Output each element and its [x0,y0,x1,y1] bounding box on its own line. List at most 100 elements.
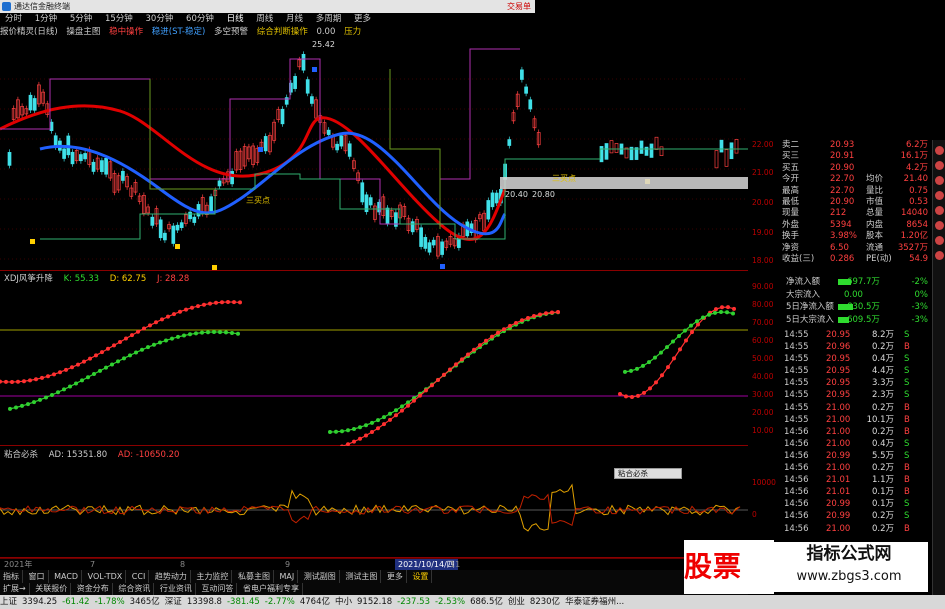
kline-chart[interactable]: 25.42 20.40 20.80 三买点 三买点 [0,39,748,271]
tab-item[interactable]: 综合资讯 [115,583,155,595]
kdj-j-line-2-dot [490,334,494,339]
trade-button[interactable]: 交易单 [507,0,531,13]
tool-icon[interactable] [935,146,944,155]
kline-panel[interactable]: 25.42 20.40 20.80 三买点 三买点 [0,39,748,271]
tool-icon[interactable] [935,206,944,215]
peak-price-label: 25.42 [312,40,335,49]
tick-row[interactable]: 14:55 20.95 0.4万 S [782,353,932,365]
period-item[interactable]: 1分钟 [30,13,62,26]
tick-row[interactable]: 14:56 21.00 0.2万 B [782,426,932,438]
tab-item[interactable]: 关联报价 [32,583,72,595]
quote-value: 3.98% [830,231,858,242]
kdj-j-line-3-dot [648,386,652,391]
tool-icon[interactable] [935,161,944,170]
period-item[interactable]: 60分钟 [181,13,219,26]
tick-row[interactable]: 14:56 21.00 0.2万 B [782,462,932,474]
tab-item[interactable]: 指标 [0,570,23,583]
tick-time: 14:56 [784,438,809,449]
period-item[interactable]: 30分钟 [141,13,179,26]
candle-body [301,53,306,71]
kdj-j-line-3-dot [690,330,694,335]
sub2-popup[interactable]: 粘合必杀 [614,468,682,479]
kdj-k-line-dot [80,378,84,383]
quote-value-2: 14040 [900,208,928,219]
candle-body [163,232,167,241]
period-item[interactable]: 多周期 [311,13,347,26]
tab-item[interactable]: MAJ [277,570,299,583]
tick-row[interactable]: 14:56 21.01 1.1万 B [782,474,932,486]
tick-row[interactable]: 14:55 21.00 0.2万 B [782,402,932,414]
tick-price: 21.00 [826,438,851,449]
quote-label: 外盘 [782,219,800,230]
tick-row[interactable]: 14:55 21.00 10.1万 B [782,414,932,426]
kdj-j-line-2-dot [556,310,560,315]
tab-item[interactable]: MACD [51,570,83,583]
tick-row[interactable]: 14:56 21.00 0.2万 B [782,523,932,535]
period-item[interactable]: 5分钟 [65,13,97,26]
tool-icon[interactable] [935,251,944,260]
candle-body [423,237,428,249]
kdj-k-line-dot [164,338,168,343]
tick-row[interactable]: 14:55 20.95 8.2万 S [782,329,932,341]
tick-side: B [904,463,910,474]
tab-item[interactable]: 扩展→ [0,583,30,595]
kdj-j-line-dot [148,323,152,328]
indicator-tabs: 指标 窗口 MACD VOL-TDX CCI 趋势动力 主力监控 私募主图 MA… [0,570,748,583]
candle-body [28,94,33,111]
tick-row[interactable]: 14:56 20.99 0.1万 S [782,498,932,510]
tab-item[interactable]: VOL-TDX [85,570,127,583]
flow-label: 5日大宗流入 [786,314,834,325]
tick-row[interactable]: 14:56 20.99 0.2万 S [782,510,932,522]
tick-row[interactable]: 14:55 20.96 0.2万 B [782,341,932,353]
tick-row[interactable]: 14:56 20.99 5.5万 S [782,450,932,462]
tick-row[interactable]: 14:55 20.95 2.3万 S [782,389,932,401]
tab-item[interactable]: 行业资讯 [157,583,196,595]
period-item[interactable]: 周线 [251,13,278,26]
tab-item[interactable]: 趋势动力 [152,570,191,583]
tick-row[interactable]: 14:56 21.01 0.1万 B [782,486,932,498]
tick-list[interactable]: 14:55 20.95 8.2万 S 14:55 20.96 0.2万 B 14:55 20.95… [782,329,932,535]
tab-item[interactable]: 测试副图 [301,570,340,583]
kdj-k-line-2-dot [388,411,392,416]
kdj-j-line-dot [70,365,74,370]
period-item[interactable]: 月线 [281,13,308,26]
tool-icon[interactable] [935,176,944,185]
tab-item[interactable]: 主力监控 [193,570,233,583]
kdj-j-line-dot [46,374,50,379]
tick-row[interactable]: 14:55 20.95 4.4万 S [782,365,932,377]
kdj-k-line-dot [62,387,66,392]
kdj-panel[interactable] [0,282,748,446]
tab-item[interactable]: 互动问答 [198,583,238,595]
period-item[interactable]: 更多 [349,13,376,26]
period-item[interactable]: 15分钟 [100,13,138,26]
kdj-j-line-dot [154,320,158,325]
kdj-j-line-dot [232,300,236,305]
tab-item[interactable]: 测试主图 [342,570,382,583]
tab-item[interactable]: 省电户福利专享 [240,583,303,595]
period-item-selected[interactable]: 日线 [222,13,249,26]
status-item: -1.78% [94,597,125,607]
quote-label: 买三 [782,151,800,162]
kdj-j-line-3-dot [630,394,634,399]
period-item[interactable]: 分时 [0,13,27,26]
candle-body [104,157,108,175]
candle-body [385,207,390,224]
kdj-j-line-dot [196,304,200,309]
tab-item[interactable]: 更多 [384,570,407,583]
tool-icon[interactable] [935,221,944,230]
quote-label-2: 流通 [866,242,884,253]
tick-row[interactable]: 14:55 20.95 3.3万 S [782,377,932,389]
indicator-name[interactable]: 报价精灵(日线) [0,27,58,37]
tab-item[interactable]: 窗口 [26,570,49,583]
tick-volume: 0.2万 [871,426,894,437]
tool-icon[interactable] [935,236,944,245]
tab-item[interactable]: 资金分布 [74,583,113,595]
kdj-chart[interactable] [0,282,748,446]
flow-row: 5日净流入额 -830.5万 -3% [782,301,932,314]
candle-body [70,151,75,165]
tab-item[interactable]: 私募主图 [235,570,274,583]
tick-row[interactable]: 14:56 21.00 0.4万 S [782,438,932,450]
tool-icon[interactable] [935,191,944,200]
tab-item-settings[interactable]: 设置 [409,570,433,583]
tab-item[interactable]: CCI [129,570,150,583]
